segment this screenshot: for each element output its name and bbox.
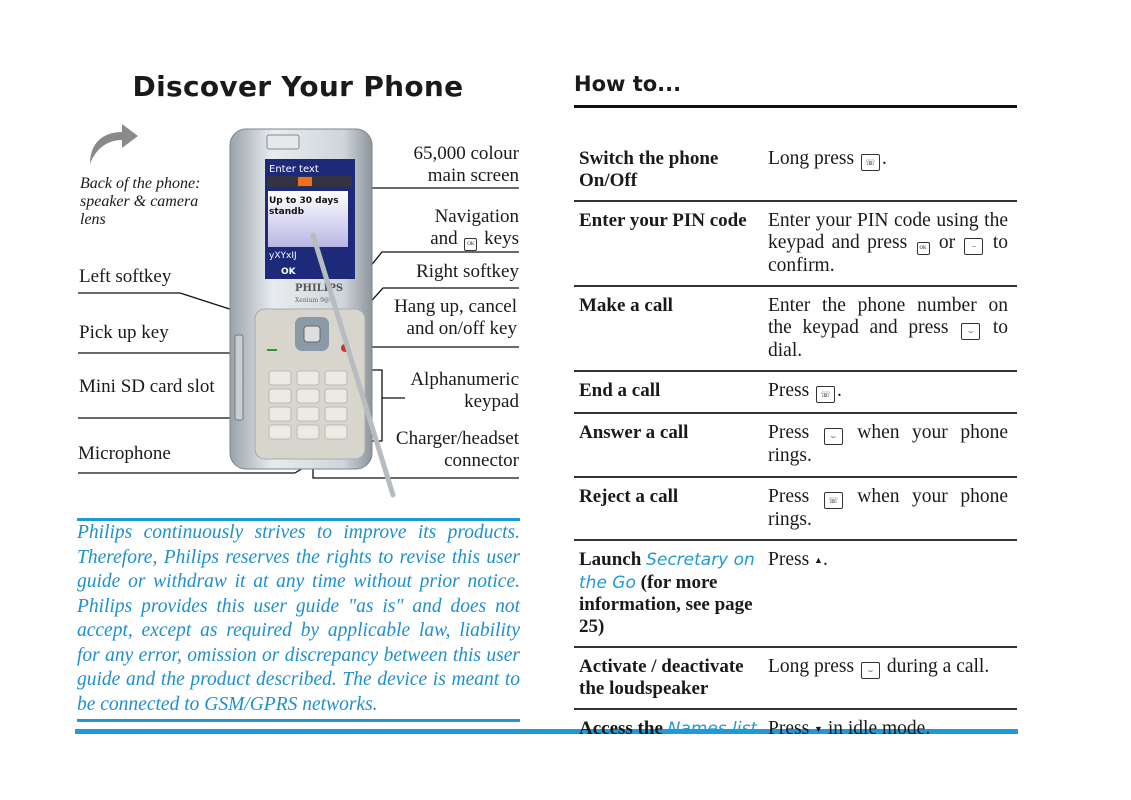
action-label: Launch Secretary on the Go (for more inf… <box>574 549 768 637</box>
hangup-key-icon: ☏ <box>816 386 836 403</box>
callout-text: Hang up, cancel <box>394 296 517 317</box>
callout-right-softkey: Right softkey <box>416 261 519 282</box>
action-description: Press ☏ when your phone rings. <box>768 486 1008 531</box>
text-segment: Press <box>768 380 815 401</box>
model-name: Xenium 9@9 <box>295 297 334 304</box>
text-segment: . <box>837 380 842 401</box>
screen-softkey: OK <box>281 267 297 277</box>
table-row: Answer a call Press ⌣ when your phone rin… <box>574 414 1017 478</box>
action-label: Enter your PIN code <box>574 210 768 276</box>
hangup-key-icon: ☏ <box>823 491 843 509</box>
callout-text: main screen <box>427 165 519 186</box>
callout-charger-connector: Charger/headset connector <box>360 428 519 472</box>
action-description: Long press ⌣ during a call. <box>768 656 1008 699</box>
action-description: Enter your PIN code using the keypad and… <box>768 210 1008 276</box>
table-row: Access the Names list Press ▼ in idle mod… <box>574 710 1017 750</box>
text-segment: . <box>822 549 828 570</box>
callout-text: Charger/headset <box>395 428 519 449</box>
callout-text: Navigation <box>434 206 519 227</box>
text-segment: Reject a call <box>579 485 679 507</box>
callout-pick-up-key: Pick up key <box>79 322 169 343</box>
text-segment: in idle mode. <box>822 718 931 739</box>
text-segment: Make a call <box>579 295 673 316</box>
text-segment: during a call. <box>882 656 990 677</box>
pickup-key-icon: ⌣ <box>861 662 880 679</box>
action-description: Enter the phone number on the keypad and… <box>768 295 1008 361</box>
callout-text: keys <box>484 228 519 249</box>
disclaimer-text: Philips continuously strives to improve … <box>77 522 520 715</box>
screen-line: Up to 30 days <box>269 196 339 206</box>
screen-input: yXYxIJ <box>269 251 297 261</box>
action-description: Press ▼ in idle mode. <box>768 718 1008 741</box>
how-to-table: Switch the phone On/Off Long press ☏. Ente… <box>574 140 1017 750</box>
action-label: End a call <box>574 380 768 403</box>
ok-key-icon: OK <box>464 238 478 251</box>
text-segment: Switch the phone On/Off <box>579 148 719 191</box>
text-segment: Press <box>768 485 822 507</box>
text-segment: Long press <box>768 656 859 677</box>
action-label: Make a call <box>574 295 768 361</box>
table-row: Reject a call Press ☏ when your phone rin… <box>574 478 1017 541</box>
text-segment: Enter your PIN code <box>579 210 747 231</box>
text-segment: Launch <box>579 549 647 570</box>
action-description: Press ☏. <box>768 380 1008 403</box>
brand-logo: PHILIPS <box>295 283 343 294</box>
table-row: Switch the phone On/Off Long press ☏. <box>574 140 1017 202</box>
action-description: Press ⌣ when your phone rings. <box>768 422 1008 467</box>
table-row: Make a call Enter the phone number on the… <box>574 287 1017 372</box>
text-segment: Access the <box>579 718 668 739</box>
table-row: Launch Secretary on the Go (for more inf… <box>574 541 1017 648</box>
text-segment: Press <box>768 422 822 443</box>
left-softkey-icon: − <box>964 237 984 255</box>
callout-hang-up-key: Hang up, cancel and on/off key <box>360 296 517 340</box>
text-segment: Press <box>768 549 815 570</box>
callout-text: and <box>430 228 458 249</box>
callout-navigation-keys: Navigation and OK keys <box>360 206 519 251</box>
divider <box>574 105 1017 108</box>
screen-title: Enter text <box>269 164 319 175</box>
callout-text: and on/off key <box>406 318 517 339</box>
table-row: Activate / deactivate the loudspeaker Lon… <box>574 648 1017 710</box>
ok-key-icon: OK <box>916 241 930 255</box>
table-row: Enter your PIN code Enter your PIN code u… <box>574 202 1017 287</box>
action-label: Reject a call <box>574 486 768 531</box>
action-label: Answer a call <box>574 422 768 467</box>
table-row: End a call Press ☏. <box>574 372 1017 414</box>
callout-left-softkey: Left softkey <box>79 266 172 287</box>
down-arrow-icon: ▼ <box>814 724 823 734</box>
text-segment: Long press <box>768 148 859 169</box>
callout-text: 65,000 colour <box>413 143 519 164</box>
pickup-key-icon: ⌣ <box>961 322 981 340</box>
text-segment: . <box>882 148 887 169</box>
callout-microphone: Microphone <box>78 443 171 464</box>
up-arrow-icon: ▲ <box>814 555 823 565</box>
callout-sd-slot: Mini SD card slot <box>79 376 215 397</box>
pickup-key-icon: ⌣ <box>823 428 843 445</box>
text-segment: End a call <box>579 380 661 401</box>
callout-text: connector <box>444 450 519 471</box>
hangup-key-icon: ☏ <box>861 154 880 171</box>
callout-main-screen: 65,000 colour main screen <box>360 143 519 187</box>
action-label: Access the Names list <box>574 718 768 741</box>
text-segment: Answer a call <box>579 422 689 443</box>
text-segment: Activate / deactivate the loudspeaker <box>579 656 744 699</box>
divider <box>77 719 520 722</box>
action-label: Activate / deactivate the loudspeaker <box>574 656 768 699</box>
section-title-how-to: How to... <box>574 72 682 96</box>
text-segment: Press <box>768 718 815 739</box>
text-segment: or <box>931 231 963 253</box>
action-description: Press ▲. <box>768 549 1008 637</box>
highlighted-term: Names list <box>667 719 758 739</box>
callout-text: keypad <box>464 391 519 412</box>
callout-text: Alphanumeric <box>410 369 519 390</box>
screen-line: standb <box>269 207 305 217</box>
action-label: Switch the phone On/Off <box>574 148 768 191</box>
callout-keypad: Alphanumeric keypad <box>360 369 519 413</box>
action-description: Long press ☏. <box>768 148 1008 191</box>
